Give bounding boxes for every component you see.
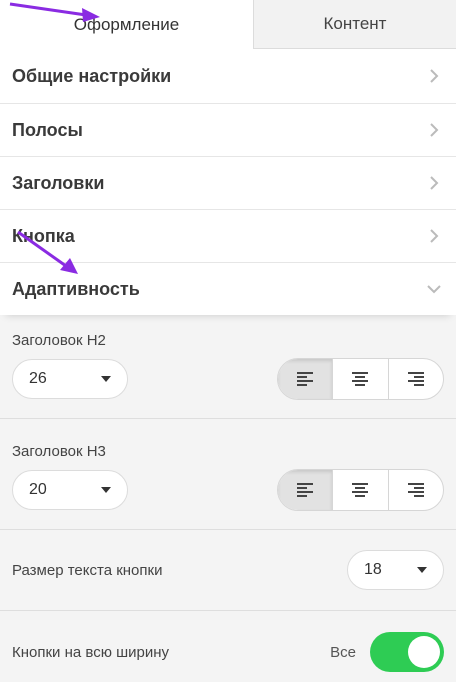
align-left-icon [297,483,314,497]
align-center-button[interactable] [332,470,387,510]
full-width-buttons-row: Кнопки на всю ширину Все [0,611,456,682]
tab-design-label: Оформление [73,14,180,34]
menu-item-general-settings[interactable]: Общие настройки [0,49,456,103]
align-center-icon [352,372,369,386]
h3-alignment-group [277,469,444,511]
align-center-icon [352,483,369,497]
tab-design[interactable]: Оформление [0,0,253,49]
menu-item-adaptive[interactable]: Адаптивность [0,262,456,315]
align-right-icon [407,483,424,497]
toggle-knob [408,636,440,668]
h3-size-select[interactable]: 20 [12,470,128,510]
caret-down-icon [101,376,111,382]
button-text-size-value: 18 [364,561,382,578]
button-text-size-select[interactable]: 18 [347,550,444,590]
menu-item-label: Кнопка [12,225,75,246]
adaptive-panel: Заголовок H2 26 Заголовок H3 20 Размер т… [0,315,456,682]
align-left-button[interactable] [278,470,333,510]
align-left-icon [297,372,314,386]
h2-alignment-group [277,358,444,400]
menu-item-stripes[interactable]: Полосы [0,103,456,156]
menu-item-label: Общие настройки [12,65,172,86]
menu-item-label: Полосы [12,119,83,140]
full-width-toggle-text: Все [330,643,356,661]
align-right-icon [407,372,424,386]
h2-setting-row: Заголовок H2 26 [0,315,456,419]
menu-item-label: Заголовки [12,172,105,193]
align-right-button[interactable] [387,359,443,399]
chevron-right-icon [424,120,444,140]
h2-size-select[interactable]: 26 [12,359,128,399]
menu-item-label: Адаптивность [12,278,140,299]
settings-menu: Общие настройки Полосы Заголовки Кнопка … [0,49,456,315]
h3-size-value: 20 [29,481,47,498]
tab-bar: Оформление Контент [0,0,456,49]
chevron-right-icon [424,226,444,246]
chevron-right-icon [424,66,444,86]
caret-down-icon [101,487,111,493]
menu-item-headings[interactable]: Заголовки [0,156,456,209]
menu-item-button[interactable]: Кнопка [0,209,456,262]
h2-label: Заголовок H2 [12,332,106,349]
align-right-button[interactable] [387,470,443,510]
h3-label: Заголовок H3 [12,443,106,460]
tab-content[interactable]: Контент [253,0,456,49]
align-center-button[interactable] [332,359,387,399]
button-text-size-label: Размер текста кнопки [12,561,163,579]
h2-size-value: 26 [29,370,47,387]
full-width-buttons-label: Кнопки на всю ширину [12,643,170,661]
align-left-button[interactable] [278,359,333,399]
chevron-right-icon [424,173,444,193]
caret-down-icon [417,567,427,573]
full-width-toggle[interactable] [370,632,444,672]
chevron-down-icon [424,279,444,299]
h3-setting-row: Заголовок H3 20 [0,419,456,530]
button-text-size-row: Размер текста кнопки 18 [0,530,456,611]
tab-content-label: Контент [323,14,387,33]
